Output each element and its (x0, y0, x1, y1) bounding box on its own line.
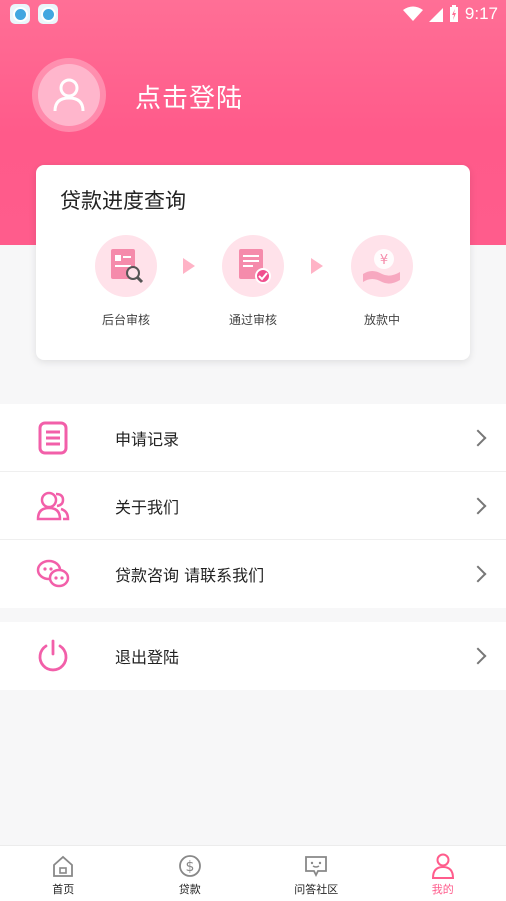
step-arrow-icon (183, 258, 195, 274)
status-bar: 9:17 (0, 0, 506, 28)
chevron-right-icon (469, 429, 487, 446)
avatar[interactable] (32, 58, 106, 132)
nav-label: 贷款 (178, 883, 201, 896)
menu-item-label: 贷款咨询 请联系我们 (115, 566, 265, 585)
chevron-right-icon (469, 647, 487, 665)
menu-item-logout[interactable]: 退出登陆 (0, 622, 506, 690)
step-review: 后台审核 (76, 235, 176, 328)
menu-item-about-us[interactable]: 关于我们 (0, 472, 506, 540)
list-icon (36, 421, 70, 455)
card-title: 贷款进度查询 (60, 189, 186, 213)
nav-home[interactable]: 首页 (0, 846, 127, 901)
logout-group: 退出登陆 (0, 622, 506, 690)
app-notification-icon (10, 4, 30, 24)
step-label: 放款中 (363, 313, 400, 327)
step-label: 后台审核 (101, 313, 150, 327)
step-arrow-icon (311, 258, 323, 274)
approved-document-icon (239, 249, 271, 284)
home-icon (50, 853, 76, 879)
menu-item-label: 申请记录 (115, 429, 180, 449)
menu-item-apply-records[interactable]: 申请记录 (0, 404, 506, 472)
menu-item-label: 关于我们 (115, 497, 180, 517)
loan-progress-card: 贷款进度查询 后台审核 通过审核 ¥ 放款中 (36, 165, 470, 360)
nav-qa-community[interactable]: 问答社区 (253, 846, 380, 901)
nav-mine[interactable]: 我的 (380, 846, 506, 901)
money-hand-icon: ¥ (363, 249, 400, 284)
svg-text:$: $ (185, 859, 194, 875)
bottom-nav: 首页 $ 贷款 问答社区 我的 (0, 845, 506, 901)
menu-item-loan-consult[interactable]: 贷款咨询 请联系我们 (0, 540, 506, 608)
step-disbursing: ¥ 放款中 (332, 235, 432, 328)
step-label: 通过审核 (228, 313, 277, 327)
wifi-icon (402, 6, 423, 21)
power-icon (36, 639, 70, 673)
chevron-right-icon (469, 497, 487, 514)
users-icon (36, 489, 70, 523)
menu-list: 申请记录 关于我们 贷款咨询 请联系我们 (0, 404, 506, 608)
nav-label: 我的 (431, 883, 454, 896)
svg-text:¥: ¥ (380, 253, 388, 268)
step-approved: 通过审核 (203, 235, 303, 328)
status-time: 9:17 (464, 4, 498, 23)
dollar-icon: $ (177, 853, 203, 879)
signal-icon (428, 8, 443, 22)
review-document-icon (111, 249, 144, 284)
battery-icon (449, 5, 458, 22)
comment-icon (303, 853, 329, 879)
person-icon (430, 853, 456, 879)
chat-icon (36, 557, 70, 591)
chevron-right-icon (469, 565, 487, 583)
menu-item-label: 退出登陆 (115, 648, 180, 667)
nav-label: 问答社区 (294, 883, 339, 896)
login-link[interactable]: 点击登陆 (135, 78, 243, 115)
nav-loan[interactable]: $ 贷款 (127, 846, 254, 901)
app-notification-icon (38, 4, 58, 24)
nav-label: 首页 (52, 883, 75, 896)
user-icon (53, 78, 85, 112)
